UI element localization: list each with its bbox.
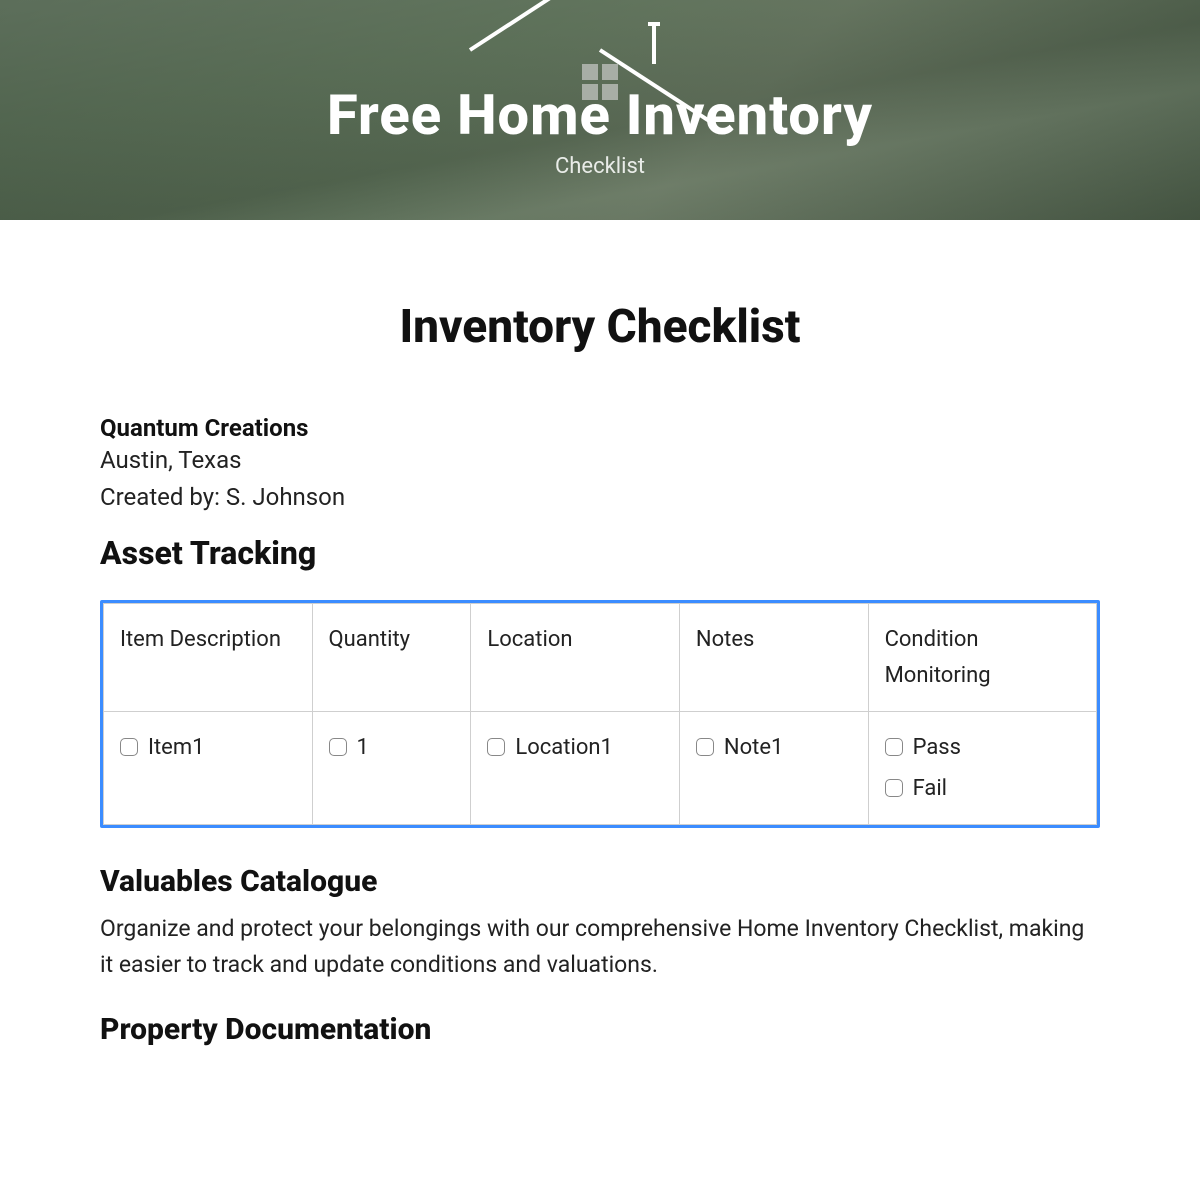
cell-notes: Note1: [724, 735, 783, 760]
checkbox-notes[interactable]: [696, 738, 714, 756]
house-icon: [510, 8, 690, 88]
org-location: Austin, Texas: [100, 442, 1100, 479]
hero-subtitle: Checklist: [555, 154, 645, 179]
section-asset-tracking: Asset Tracking: [100, 534, 1100, 572]
cell-location: Location1: [515, 735, 613, 760]
checkbox-qty[interactable]: [329, 738, 347, 756]
checkbox-fail[interactable]: [885, 779, 903, 797]
org-name: Quantum Creations: [100, 414, 308, 442]
created-by: Created by: S. Johnson: [100, 479, 1100, 516]
cell-fail: Fail: [913, 776, 947, 801]
asset-table: Item Description Quantity Location Notes…: [100, 600, 1100, 828]
hero-title: Free Home Inventory: [327, 82, 873, 148]
checkbox-item[interactable]: [120, 738, 138, 756]
document-body: Inventory Checklist Quantum Creations Au…: [0, 220, 1200, 1047]
hero-banner: Free Home Inventory Checklist: [0, 0, 1200, 220]
section-valuables: Valuables Catalogue: [100, 864, 1100, 899]
valuables-description: Organize and protect your belongings wit…: [100, 911, 1100, 982]
section-property-documentation: Property Documentation: [100, 1012, 1100, 1047]
cell-qty: 1: [357, 735, 369, 760]
cell-pass: Pass: [913, 735, 961, 760]
cell-item: Item1: [148, 735, 205, 760]
document-meta: Quantum Creations Austin, Texas Created …: [100, 414, 1100, 516]
col-notes: Notes: [679, 604, 868, 711]
checkbox-pass[interactable]: [885, 738, 903, 756]
table-header-row: Item Description Quantity Location Notes…: [104, 604, 1097, 711]
checkbox-location[interactable]: [487, 738, 505, 756]
col-location: Location: [471, 604, 680, 711]
col-quantity: Quantity: [312, 604, 471, 711]
col-item-description: Item Description: [104, 604, 313, 711]
table-row: Item1 1 Location1: [104, 711, 1097, 824]
col-condition: Condition Monitoring: [868, 604, 1096, 711]
page-title: Inventory Checklist: [100, 300, 1100, 354]
